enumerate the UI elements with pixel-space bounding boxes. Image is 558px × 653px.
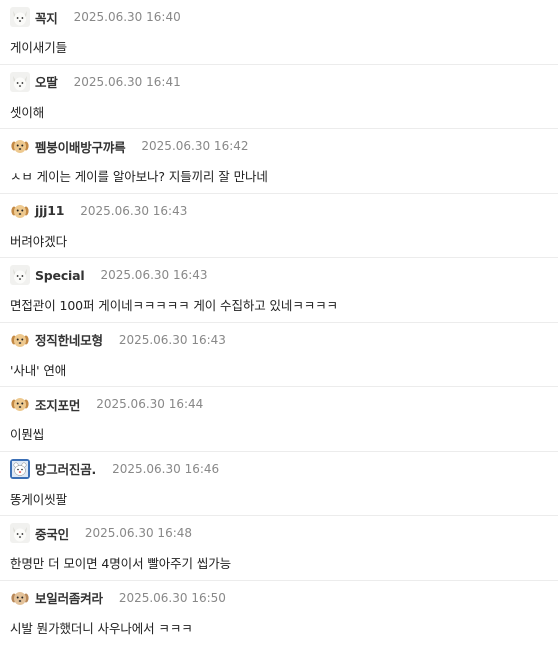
comment-date: 2025.06.30 16:43: [118, 332, 226, 347]
comment-nickname[interactable]: 보일러좀켜라: [35, 588, 103, 607]
white-dog-icon[interactable]: [10, 7, 30, 27]
puppy-icon[interactable]: [10, 329, 30, 350]
comment-text: 똥게이씻팔: [10, 491, 68, 507]
comment-date: 2025.06.30 16:48: [84, 526, 193, 540]
comment-nickname[interactable]: 중국인: [35, 524, 69, 543]
comment-nickname[interactable]: 오딸: [35, 72, 58, 91]
comment-date: 2025.06.30 16:42: [141, 139, 249, 153]
comment-list: 꼭지 2025.06.30 16:40 게이새기들 오딸 2025.06.30 …: [0, 0, 558, 645]
comment-text: 시발 뭔가했더니 사우나에서 ㅋㅋㅋ: [10, 620, 193, 636]
puppy-icon[interactable]: [10, 587, 30, 608]
comment-item: 오딸 2025.06.30 16:41 셋이해: [0, 65, 558, 129]
comment-nickname[interactable]: 펨붕이배방구꺄륵: [35, 137, 126, 156]
comment-nickname[interactable]: jjj11: [35, 203, 64, 218]
comment-date: 2025.06.30 16:43: [100, 268, 208, 282]
comment-text: 이뭔씹: [10, 427, 45, 442]
comment-item: 조지포먼 2025.06.30 16:44 이뭔씹: [0, 387, 558, 452]
puppy-icon[interactable]: [10, 394, 30, 414]
comment-nickname[interactable]: Special: [35, 268, 85, 283]
comment-text: 버려야겠다: [10, 233, 68, 249]
white-dog-icon[interactable]: [10, 523, 30, 543]
comment-date: 2025.06.30 16:46: [112, 461, 220, 476]
comment-text: '사내' 연애: [10, 362, 67, 378]
comment-item: Special 2025.06.30 16:43 면접관이 100퍼 게이네ㅋㅋ…: [0, 258, 558, 323]
white-dog-icon[interactable]: [10, 265, 30, 285]
bear-icon[interactable]: [10, 458, 30, 479]
comment-item: 보일러좀켜라 2025.06.30 16:50 시발 뭔가했더니 사우나에서 ㅋ…: [0, 581, 558, 646]
comment-text: 셋이해: [10, 104, 45, 120]
comment-item: 펨붕이배방구꺄륵 2025.06.30 16:42 ㅅㅂ 게이는 게이를 알아보…: [0, 129, 558, 194]
comment-text: 한명만 더 모이면 4명이서 빨아주기 씹가능: [10, 556, 232, 571]
comment-item: jjj11 2025.06.30 16:43 버려야겠다: [0, 194, 558, 258]
comment-item: 망그러진곰. 2025.06.30 16:46 똥게이씻팔: [0, 452, 558, 516]
comment-date: 2025.06.30 16:43: [80, 203, 188, 218]
white-dog-icon[interactable]: [10, 71, 30, 92]
comment-date: 2025.06.30 16:44: [96, 397, 204, 411]
comment-text: 게이새기들: [10, 40, 68, 55]
comment-text: ㅅㅂ 게이는 게이를 알아보나? 지들끼리 잘 만나네: [10, 169, 268, 184]
puppy-icon[interactable]: [10, 136, 30, 156]
comment-nickname[interactable]: 망그러진곰.: [35, 459, 96, 478]
comment-item: 꼭지 2025.06.30 16:40 게이새기들: [0, 0, 558, 65]
comment-text: 면접관이 100퍼 게이네ㅋㅋㅋㅋㅋ 게이 수집하고 있네ㅋㅋㅋㅋ: [10, 298, 338, 313]
comment-item: 정직한네모형 2025.06.30 16:43 '사내' 연애: [0, 323, 558, 387]
puppy-icon[interactable]: [10, 200, 30, 221]
comment-date: 2025.06.30 16:41: [73, 74, 181, 89]
comment-nickname[interactable]: 꼭지: [35, 8, 58, 27]
comment-nickname[interactable]: 정직한네모형: [35, 330, 103, 349]
comment-date: 2025.06.30 16:40: [73, 10, 181, 24]
comment-date: 2025.06.30 16:50: [118, 590, 226, 605]
comment-item: 중국인 2025.06.30 16:48 한명만 더 모이면 4명이서 빨아주기…: [0, 516, 558, 581]
comment-nickname[interactable]: 조지포먼: [35, 395, 80, 414]
